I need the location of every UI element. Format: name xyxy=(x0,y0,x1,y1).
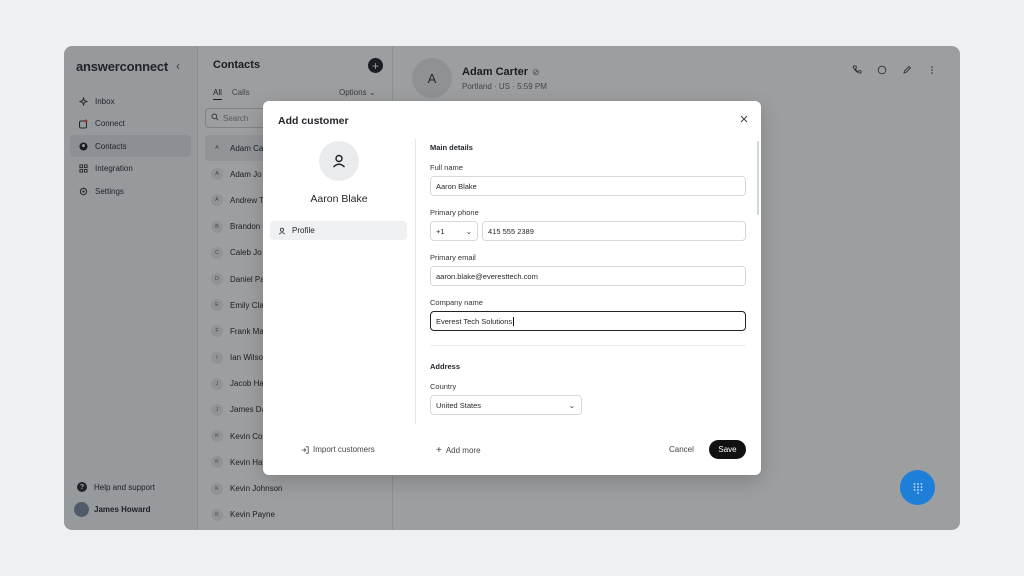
tab-profile[interactable]: Profile xyxy=(270,221,407,240)
primary-email-value: aaron.blake@everesttech.com xyxy=(436,271,538,281)
dialog-side-panel: Aaron Blake Profile xyxy=(263,139,415,429)
divider xyxy=(415,139,416,424)
primary-email-field[interactable]: aaron.blake@everesttech.com xyxy=(430,266,746,286)
primary-email-label: Primary email xyxy=(430,253,476,262)
full-name-field[interactable]: Aaron Blake xyxy=(430,176,746,196)
tab-profile-label: Profile xyxy=(292,226,315,235)
section-divider xyxy=(430,345,746,346)
plus-icon: + xyxy=(436,445,442,456)
dialpad-icon xyxy=(913,482,922,494)
primary-phone-field[interactable]: 415 555 2389 xyxy=(482,221,746,241)
country-code-select[interactable]: +1 ⌄ xyxy=(430,221,478,241)
add-more-label: Add more xyxy=(445,446,481,455)
import-label: Import customers xyxy=(313,445,375,454)
import-icon xyxy=(301,445,309,454)
chevron-down-icon: ⌄ xyxy=(465,226,472,236)
cancel-button[interactable]: Cancel xyxy=(669,445,694,454)
dialog-title: Add customer xyxy=(278,115,349,127)
full-name-value: Aaron Blake xyxy=(436,181,477,191)
dialpad-button[interactable] xyxy=(900,470,935,505)
company-name-value: Everest Tech Solutions xyxy=(436,316,513,326)
add-more-button[interactable]: + Add more xyxy=(436,445,481,456)
customer-name: Aaron Blake xyxy=(310,193,368,205)
country-value: United States xyxy=(436,400,482,410)
chevron-down-icon: ⌄ xyxy=(568,400,575,410)
country-code-value: +1 xyxy=(436,226,445,236)
import-customers-button[interactable]: Import customers xyxy=(301,445,375,454)
dialog-footer: Import customers + Add more Cancel Save xyxy=(263,439,761,467)
country-label: Country xyxy=(430,382,457,391)
country-select[interactable]: United States ⌄ xyxy=(430,395,582,415)
user-icon xyxy=(319,141,359,181)
company-name-label: Company name xyxy=(430,298,483,307)
profile-icon xyxy=(278,227,286,235)
save-button[interactable]: Save xyxy=(709,440,746,459)
add-customer-dialog: Add customer Aaron Blake Profile Main de… xyxy=(263,101,761,475)
text-cursor xyxy=(513,316,515,326)
company-name-field[interactable]: Everest Tech Solutions xyxy=(430,311,746,331)
full-name-label: Full name xyxy=(430,163,463,172)
main-details-heading: Main details xyxy=(430,143,473,152)
address-heading: Address xyxy=(430,362,461,371)
primary-phone-value: 415 555 2389 xyxy=(488,226,534,236)
close-icon[interactable] xyxy=(738,113,750,125)
primary-phone-label: Primary phone xyxy=(430,208,479,217)
scrollbar[interactable] xyxy=(757,141,759,215)
